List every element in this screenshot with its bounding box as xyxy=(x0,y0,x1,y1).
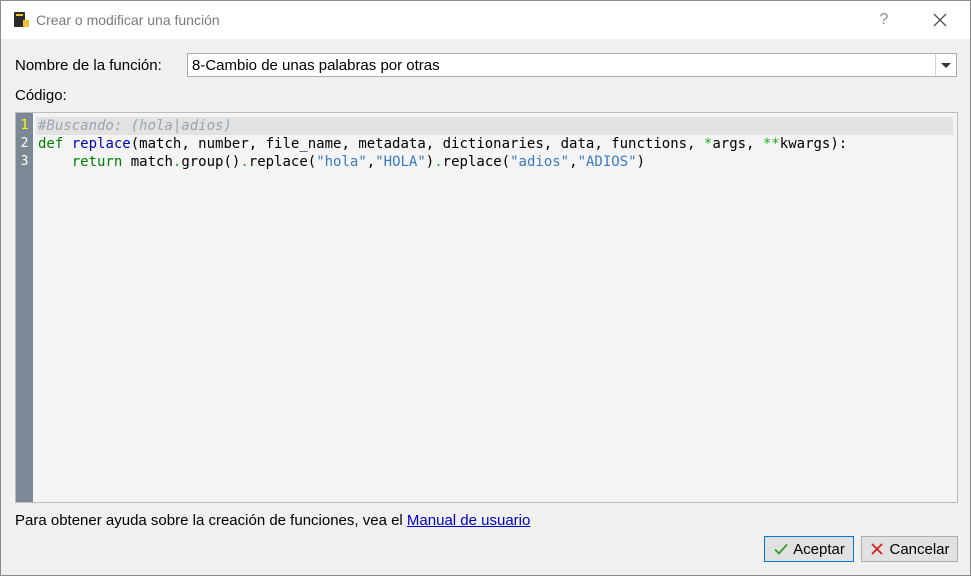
code-token: . xyxy=(240,154,249,170)
code-token: args, xyxy=(712,136,763,152)
function-dialog: Crear o modificar una función ? Nombre d… xyxy=(0,0,971,576)
code-token: (match, number, file_name, metadata, dic… xyxy=(130,136,704,152)
function-name-label: Nombre de la función: xyxy=(15,57,162,74)
help-text-prefix: Para obtener ayuda sobre la creación de … xyxy=(15,512,407,529)
cancel-button-label: Cancelar xyxy=(889,540,950,558)
code-token: replace xyxy=(71,136,131,152)
cancel-button[interactable]: Cancelar xyxy=(861,536,958,562)
help-text: Para obtener ayuda sobre la creación de … xyxy=(15,512,530,529)
code-token: match xyxy=(122,154,173,170)
code-token: ) xyxy=(636,154,646,170)
accept-button[interactable]: Aceptar xyxy=(764,536,854,562)
code-token: "HOLA" xyxy=(375,154,426,170)
x-icon xyxy=(871,543,884,555)
code-token: "adios" xyxy=(510,154,570,170)
chevron-down-icon[interactable] xyxy=(935,54,956,76)
code-text-area[interactable]: #Buscando: (hola|adios) def replace(matc… xyxy=(36,113,957,502)
close-button[interactable] xyxy=(925,5,955,35)
close-icon xyxy=(933,13,947,27)
code-token: kwargs): xyxy=(779,136,848,152)
code-token: def xyxy=(38,136,64,152)
code-token: ** xyxy=(762,136,780,152)
line-number: 3 xyxy=(20,154,29,169)
code-token: replace( xyxy=(248,154,317,170)
app-icon xyxy=(14,12,29,27)
code-line: #Buscando: (hola|adios) xyxy=(38,117,232,135)
window-title: Crear o modificar una función xyxy=(36,12,220,28)
function-name-combobox[interactable]: 8-Cambio de unas palabras por otras xyxy=(187,53,957,77)
user-manual-link[interactable]: Manual de usuario xyxy=(407,512,530,529)
line-number-gutter: 1 2 3 xyxy=(16,113,33,502)
code-token: "hola" xyxy=(316,154,367,170)
code-label: Código: xyxy=(15,87,67,104)
line-number: 1 xyxy=(20,118,29,133)
accept-button-label: Aceptar xyxy=(793,540,845,558)
code-token: . xyxy=(434,154,443,170)
code-line: def replace(match, number, file_name, me… xyxy=(38,135,847,153)
title-bar: Crear o modificar una función ? xyxy=(1,1,970,39)
checkmark-icon xyxy=(774,543,788,555)
function-name-value: 8-Cambio de unas palabras por otras xyxy=(192,57,440,74)
code-token: replace( xyxy=(442,154,511,170)
code-token: , xyxy=(366,154,376,170)
code-token: "ADIOS" xyxy=(577,154,637,170)
code-token: return xyxy=(71,154,123,170)
code-editor[interactable]: 1 2 3 #Buscando: (hola|adios) def replac… xyxy=(15,112,958,503)
code-token: , xyxy=(569,154,578,170)
code-line: return match.group().replace("hola","HOL… xyxy=(38,153,645,171)
code-token: #Buscando: (hola|adios) xyxy=(38,118,232,134)
help-button[interactable]: ? xyxy=(869,5,899,35)
code-token: ) xyxy=(425,154,435,170)
code-token: group() xyxy=(181,154,241,170)
line-number: 2 xyxy=(20,136,29,151)
